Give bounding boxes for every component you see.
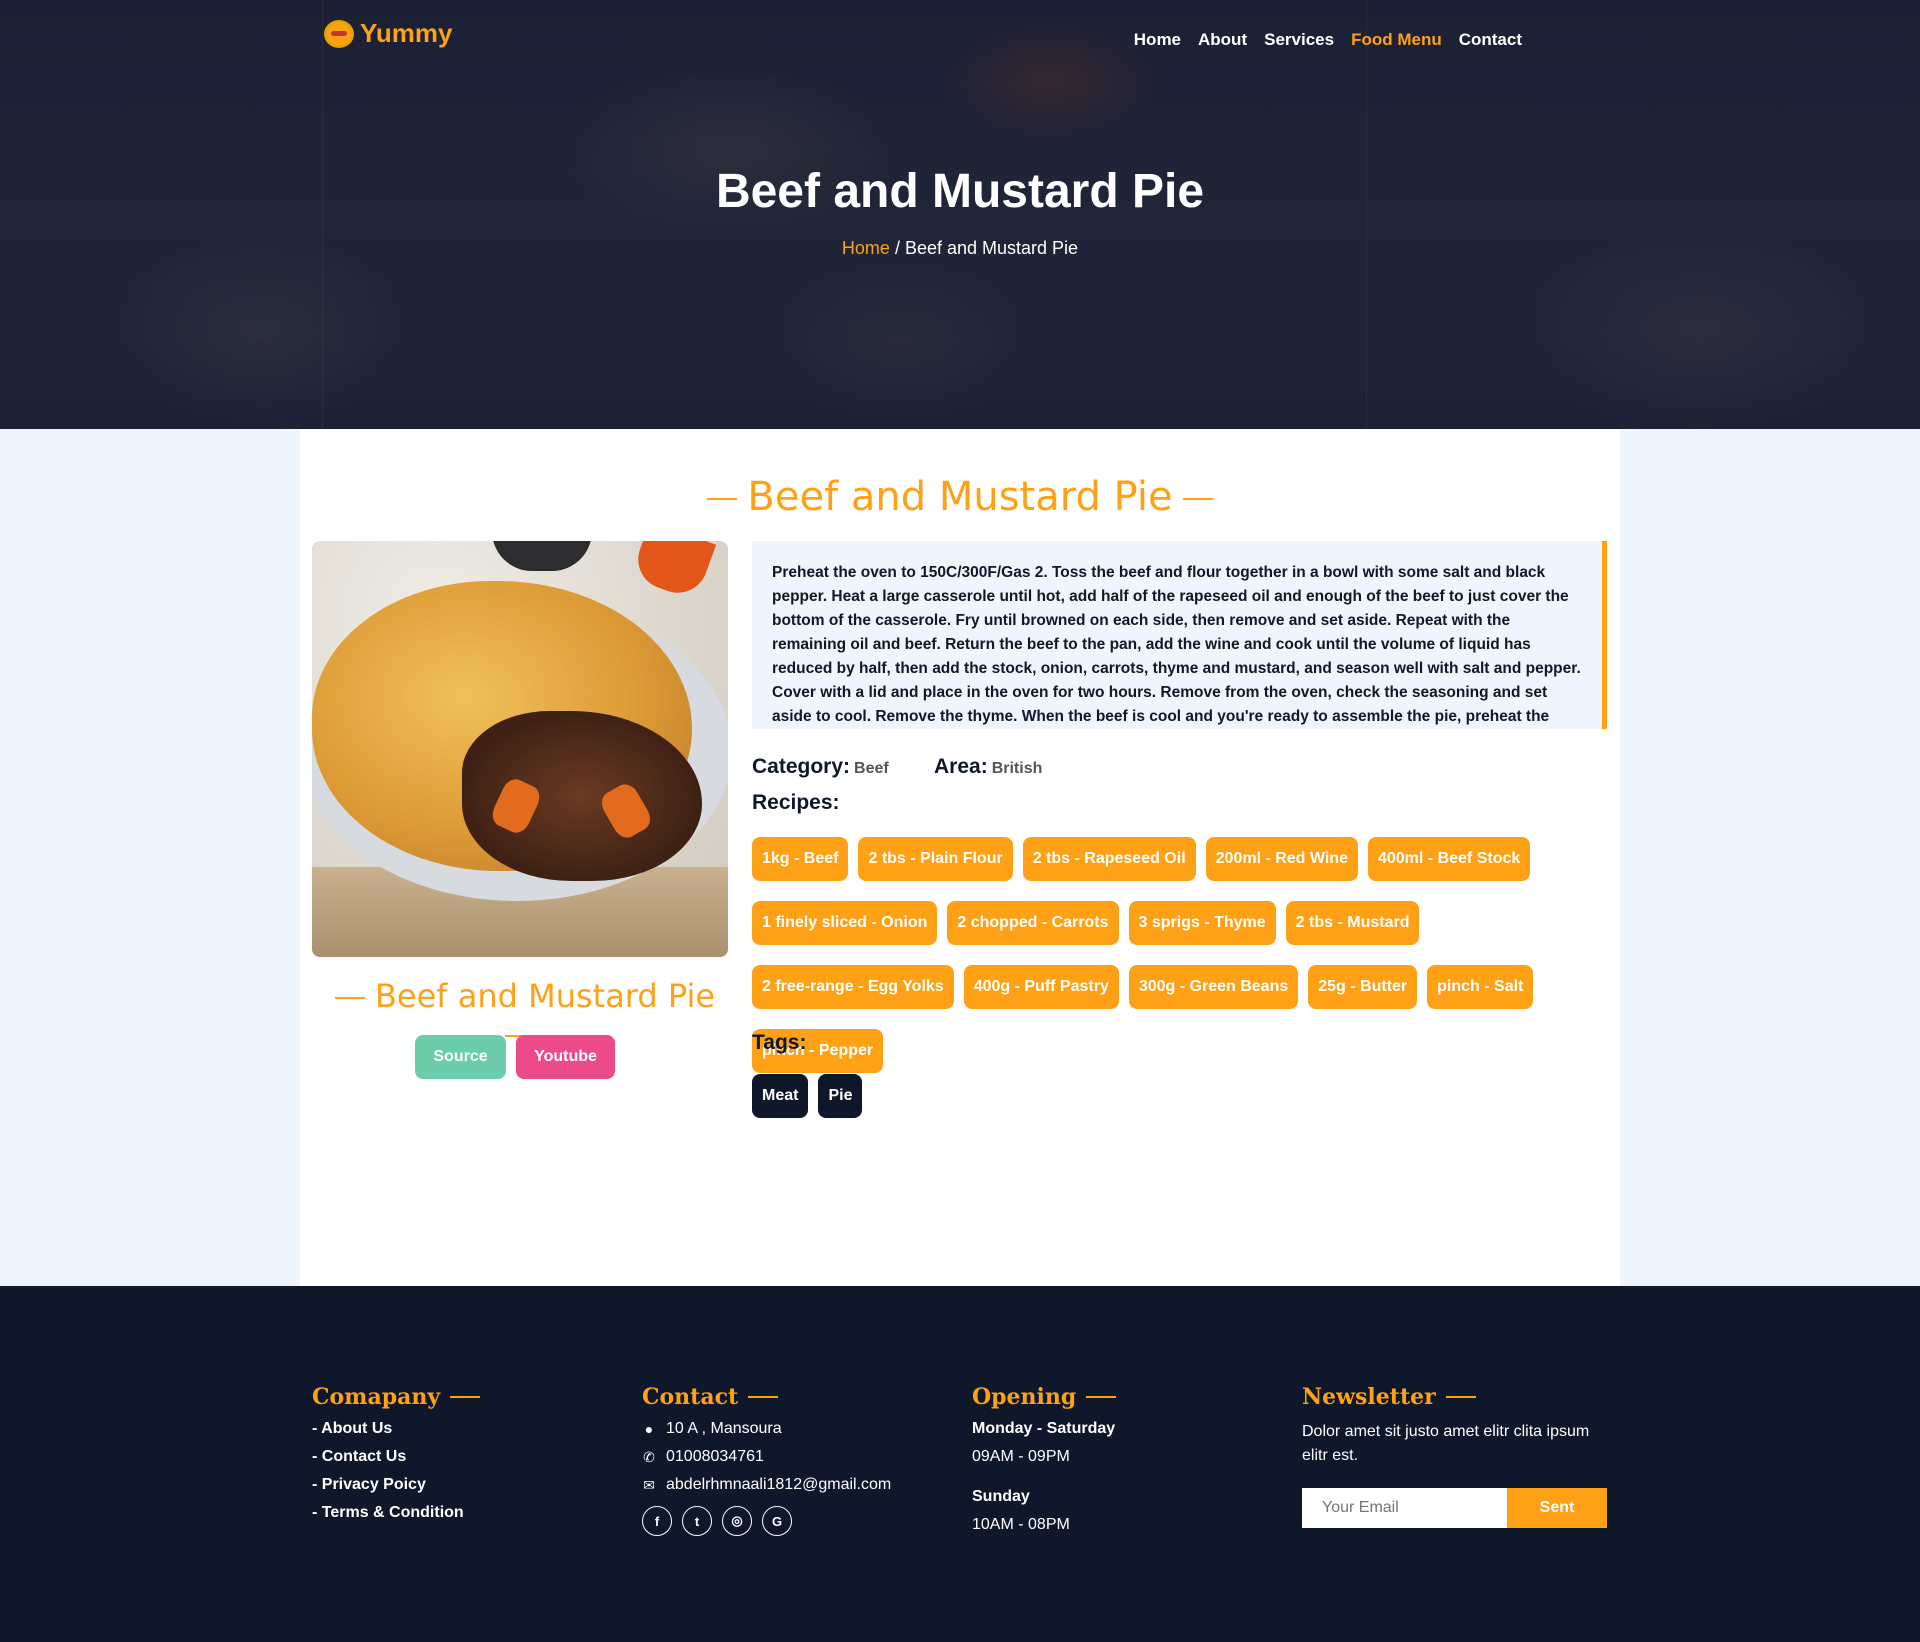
section-title: Beef and Mustard Pie bbox=[300, 474, 1620, 520]
source-button[interactable]: Source bbox=[415, 1035, 506, 1079]
footer-company-title: Comapany bbox=[312, 1384, 612, 1410]
section-title-text: Beef and Mustard Pie bbox=[747, 474, 1173, 520]
category-value: Beef bbox=[854, 760, 889, 777]
ingredient-chip[interactable]: 400ml - Beef Stock bbox=[1367, 837, 1531, 881]
meal-detail-card: Beef and Mustard Pie Beef and Mustard Pi… bbox=[300, 429, 1620, 1286]
title-dash bbox=[707, 498, 738, 500]
phone-icon: ✆ bbox=[643, 1449, 655, 1465]
footer-contact-title: Contact bbox=[642, 1384, 942, 1410]
footer-opening: Opening Monday - Saturday 09AM - 09PM Su… bbox=[972, 1384, 1272, 1534]
tag-chip[interactable]: Meat bbox=[752, 1074, 809, 1118]
page-title: Beef and Mustard Pie bbox=[715, 165, 1205, 218]
recipes-label: Recipes: bbox=[752, 791, 840, 814]
breadcrumb: Home / Beef and Mustard Pie bbox=[0, 238, 1920, 259]
ingredient-chip[interactable]: 3 sprigs - Thyme bbox=[1128, 901, 1276, 945]
ingredient-chip[interactable]: 400g - Puff Pastry bbox=[963, 965, 1119, 1009]
category-label: Category: bbox=[752, 755, 851, 778]
ingredient-chip[interactable]: pinch - Salt bbox=[1427, 965, 1534, 1009]
image-bowl bbox=[492, 541, 592, 571]
footer-phone: ✆ 01008034761 bbox=[642, 1448, 942, 1466]
ingredient-chip[interactable]: 2 tbs - Rapeseed Oil bbox=[1022, 837, 1196, 881]
envelope-icon: ✉ bbox=[643, 1477, 655, 1493]
ingredient-chip[interactable]: 200ml - Red Wine bbox=[1205, 837, 1358, 881]
ingredient-chip[interactable]: 2 tbs - Plain Flour bbox=[858, 837, 1013, 881]
meal-image bbox=[312, 541, 728, 957]
ingredient-chip[interactable]: 300g - Green Beans bbox=[1128, 965, 1299, 1009]
breadcrumb-current: / Beef and Mustard Pie bbox=[894, 238, 1079, 258]
area-field: Area: British bbox=[934, 755, 1042, 779]
brand-logo[interactable]: Yummy bbox=[324, 18, 453, 49]
area-value: British bbox=[991, 760, 1043, 777]
tags-label: Tags: bbox=[752, 1031, 807, 1054]
category-field: Category: Beef bbox=[752, 755, 889, 779]
footer-company: Comapany - About Us - Contact Us - Priva… bbox=[312, 1384, 612, 1522]
footer-contact: Contact ● 10 A , Mansoura ✆ 01008034761 … bbox=[642, 1384, 942, 1536]
tag-list: Meat Pie bbox=[752, 1074, 863, 1118]
newsletter-form: Sent bbox=[1302, 1488, 1607, 1528]
ingredient-chip[interactable]: 2 tbs - Mustard bbox=[1285, 901, 1420, 945]
instructions-text: Preheat the oven to 150C/300F/Gas 2. Tos… bbox=[772, 564, 1581, 725]
footer-link-terms[interactable]: - Terms & Condition bbox=[312, 1504, 612, 1522]
footer-opening-title: Opening bbox=[972, 1384, 1272, 1410]
footer-newsletter: Newsletter Dolor amet sit justo amet eli… bbox=[1302, 1384, 1622, 1528]
logo-icon bbox=[324, 19, 354, 48]
opening-hours-weekday: 09AM - 09PM bbox=[972, 1448, 1070, 1465]
breadcrumb-home[interactable]: Home bbox=[842, 238, 890, 258]
footer-newsletter-title: Newsletter bbox=[1302, 1384, 1622, 1410]
ingredient-chip[interactable]: 1kg - Beef bbox=[752, 837, 849, 881]
site-footer: Comapany - About Us - Contact Us - Priva… bbox=[0, 1286, 1920, 1642]
phone-text: 01008034761 bbox=[666, 1448, 764, 1465]
footer-address: ● 10 A , Mansoura bbox=[642, 1420, 942, 1438]
hero-banner: Yummy Home About Services Food Menu Cont… bbox=[0, 0, 1920, 429]
newsletter-text: Dolor amet sit justo amet elitr clita ip… bbox=[1302, 1423, 1590, 1464]
youtube-button[interactable]: Youtube bbox=[516, 1035, 615, 1079]
address-text: 10 A , Mansoura bbox=[666, 1420, 782, 1437]
ingredient-chip[interactable]: 2 chopped - Carrots bbox=[947, 901, 1119, 945]
google-icon[interactable]: G bbox=[762, 1506, 792, 1536]
image-carrot bbox=[629, 541, 717, 602]
nav-about[interactable]: About bbox=[1198, 30, 1247, 50]
instagram-icon[interactable]: ◎ bbox=[722, 1506, 752, 1536]
main-nav: Home About Services Food Menu Contact bbox=[1134, 30, 1522, 50]
nav-contact[interactable]: Contact bbox=[1459, 30, 1522, 50]
newsletter-submit-button[interactable]: Sent bbox=[1507, 1488, 1607, 1528]
brand-name: Yummy bbox=[360, 18, 453, 48]
newsletter-email-input[interactable] bbox=[1302, 1488, 1507, 1528]
image-caption-text: Beef and Mustard Pie bbox=[374, 977, 716, 1015]
tag-chip[interactable]: Pie bbox=[818, 1074, 863, 1118]
title-dash bbox=[334, 997, 365, 999]
footer-link-about[interactable]: - About Us bbox=[312, 1420, 612, 1438]
social-links: f t ◎ G bbox=[642, 1506, 942, 1536]
footer-email: ✉ abdelrhmnaali1812@gmail.com bbox=[642, 1476, 942, 1494]
opening-hours-sunday: 10AM - 08PM bbox=[972, 1516, 1070, 1533]
nav-food-menu[interactable]: Food Menu bbox=[1351, 30, 1442, 50]
ingredient-chip[interactable]: 25g - Butter bbox=[1308, 965, 1418, 1009]
ingredient-list: 1kg - Beef 2 tbs - Plain Flour 2 tbs - R… bbox=[752, 837, 1622, 1073]
footer-link-privacy[interactable]: - Privacy Poicy bbox=[312, 1476, 612, 1494]
nav-services[interactable]: Services bbox=[1264, 30, 1334, 50]
nav-home[interactable]: Home bbox=[1134, 30, 1181, 50]
opening-day-sunday: Sunday bbox=[972, 1488, 1030, 1505]
area-label: Area: bbox=[934, 755, 988, 778]
map-marker-icon: ● bbox=[644, 1421, 654, 1437]
ingredient-chip[interactable]: 2 free-range - Egg Yolks bbox=[752, 965, 954, 1009]
email-text[interactable]: abdelrhmnaali1812@gmail.com bbox=[666, 1476, 891, 1494]
opening-day-weekday: Monday - Saturday bbox=[972, 1420, 1116, 1437]
footer-link-contact[interactable]: - Contact Us bbox=[312, 1448, 612, 1466]
facebook-icon[interactable]: f bbox=[642, 1506, 672, 1536]
instructions-box[interactable]: Preheat the oven to 150C/300F/Gas 2. Tos… bbox=[752, 541, 1607, 729]
ingredient-chip[interactable]: 1 finely sliced - Onion bbox=[752, 901, 938, 945]
twitter-icon[interactable]: t bbox=[682, 1506, 712, 1536]
title-dash bbox=[1182, 498, 1213, 500]
